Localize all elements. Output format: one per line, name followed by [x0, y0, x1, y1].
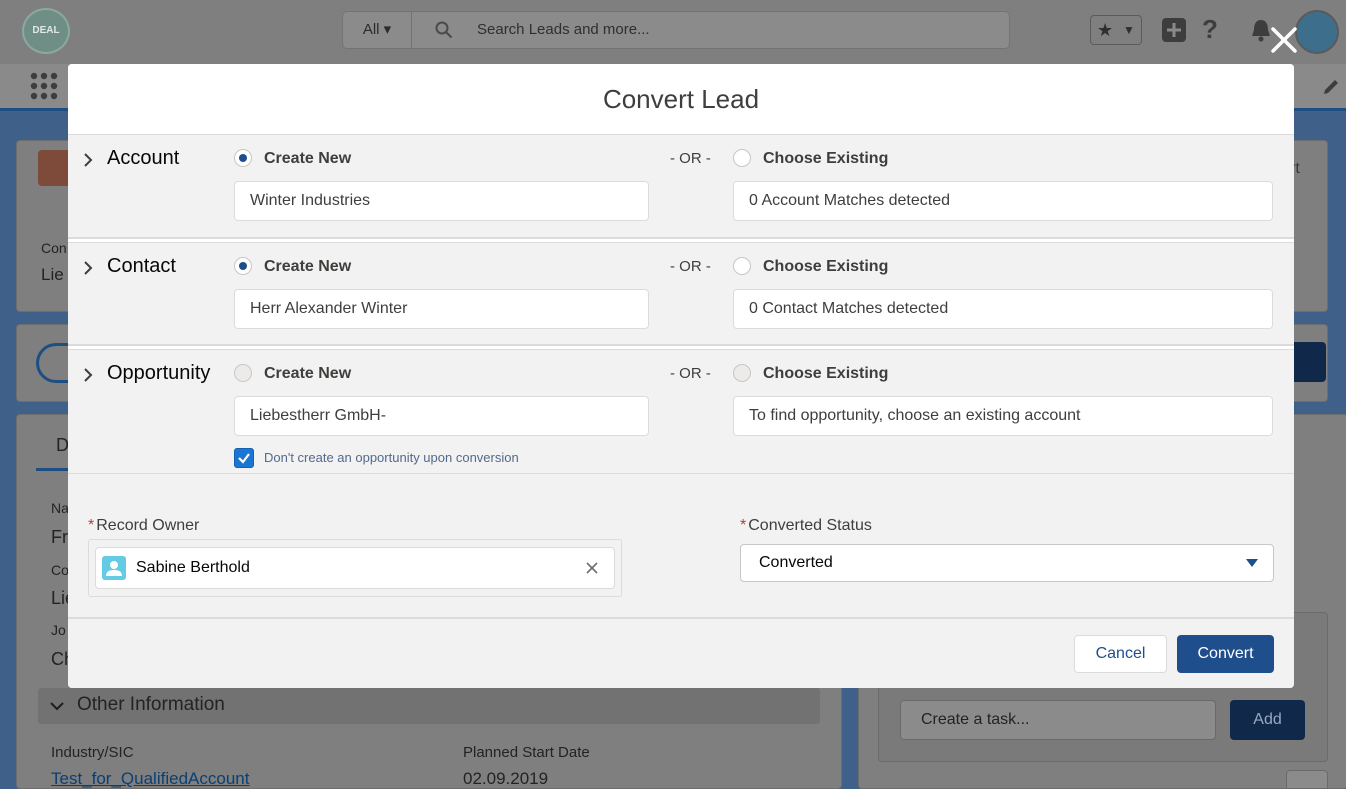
account-choose-existing-label[interactable]: Choose Existing: [763, 150, 888, 168]
other-information-title: Other Information: [77, 694, 225, 715]
industry-label: Industry/SIC: [51, 744, 134, 761]
record-owner-label: * Record Owner: [88, 517, 200, 534]
modal-footer: Cancel Convert: [68, 617, 1294, 688]
clear-selection-icon[interactable]: [584, 560, 600, 576]
help-icon[interactable]: ?: [1202, 14, 1218, 45]
field-label-name: Na: [51, 500, 69, 516]
mark-status-button[interactable]: [1294, 342, 1326, 382]
global-search[interactable]: All ▾ Search Leads and more...: [342, 11, 1010, 49]
opportunity-name-input[interactable]: Liebestherr GmbH-: [234, 396, 649, 436]
record-owner-lookup[interactable]: Sabine Berthold: [88, 539, 622, 597]
search-placeholder[interactable]: Search Leads and more...: [477, 12, 650, 48]
account-section: Account Create New - OR - Choose Existin…: [68, 135, 1294, 238]
opportunity-search-field[interactable]: To find opportunity, choose an existing …: [733, 396, 1273, 436]
contact-or-divider: - OR -: [670, 258, 711, 275]
record-owner-name: Sabine Berthold: [136, 559, 250, 576]
chevron-down-icon: [50, 702, 64, 711]
app-logo: DEAL: [22, 8, 70, 54]
modal-header: Convert Lead: [68, 64, 1294, 135]
account-search-field[interactable]: 0 Account Matches detected: [733, 181, 1273, 221]
conversion-options: * Record Owner Sabine Berthold * Converted…: [68, 474, 1294, 617]
convert-lead-modal: Convert Lead Account Create New - OR - C…: [68, 64, 1294, 688]
activity-filter-button[interactable]: [1286, 770, 1328, 789]
chevron-right-icon[interactable]: [80, 260, 96, 276]
close-modal-button[interactable]: [1268, 24, 1300, 56]
task-input[interactable]: Create a task...: [900, 700, 1216, 740]
other-information-section[interactable]: Other Information: [38, 688, 820, 724]
account-or-divider: - OR -: [670, 150, 711, 167]
account-choose-existing-radio[interactable]: [733, 149, 751, 167]
cancel-button[interactable]: Cancel: [1074, 635, 1167, 673]
modal-title: Convert Lead: [602, 84, 760, 114]
field-label-company: Co: [51, 562, 69, 578]
opportunity-choose-existing-label[interactable]: Choose Existing: [763, 365, 888, 383]
convert-button[interactable]: Convert: [1177, 635, 1274, 673]
contact-choose-existing-label[interactable]: Choose Existing: [763, 258, 888, 276]
account-create-new-radio[interactable]: [234, 149, 252, 167]
add-task-button[interactable]: Add: [1230, 700, 1305, 740]
converted-status-value: Converted: [759, 554, 833, 571]
record-owner-pill[interactable]: Sabine Berthold: [95, 547, 615, 589]
contact-create-new-radio[interactable]: [234, 257, 252, 275]
user-avatar[interactable]: [1295, 10, 1339, 54]
opportunity-or-divider: - OR -: [670, 365, 711, 382]
field-label-job: Jo: [51, 622, 66, 638]
star-icon: ★: [1097, 20, 1114, 40]
user-icon: [102, 556, 126, 580]
chevron-right-icon[interactable]: [80, 152, 96, 168]
contact-section: Contact Create New - OR - Choose Existin…: [68, 243, 1294, 345]
opportunity-create-new-label[interactable]: Create New: [264, 365, 351, 383]
search-icon: [435, 21, 453, 39]
contact-section-title: Contact: [107, 255, 176, 277]
converted-status-select[interactable]: Converted: [740, 544, 1274, 582]
favorites-button[interactable]: ★ ▼: [1090, 15, 1142, 45]
plus-icon[interactable]: [1162, 18, 1186, 42]
dont-create-opportunity-checkbox[interactable]: [234, 448, 254, 468]
contact-choose-existing-radio[interactable]: [733, 257, 751, 275]
search-scope-dropdown[interactable]: All ▾: [343, 12, 412, 48]
contact-create-new-label[interactable]: Create New: [264, 258, 351, 276]
account-section-title: Account: [107, 147, 180, 169]
header-field-label: Con: [41, 240, 67, 256]
opportunity-choose-existing-radio[interactable]: [733, 364, 751, 382]
converted-status-label: * Converted Status: [740, 517, 872, 534]
checkmark-icon: [238, 453, 250, 464]
edit-nav-icon[interactable]: [1322, 78, 1340, 96]
industry-link[interactable]: Test_for_QualifiedAccount: [51, 769, 249, 789]
header-field-value: Lie: [41, 265, 64, 284]
chevron-down-icon: ▼: [1123, 23, 1135, 37]
planned-start-value: 02.09.2019: [463, 769, 549, 788]
app-launcher-icon[interactable]: [30, 72, 58, 100]
planned-start-label: Planned Start Date: [463, 744, 590, 761]
global-header: DEAL All ▾ Search Leads and more... ★ ▼ …: [0, 0, 1346, 64]
chevron-right-icon[interactable]: [80, 367, 96, 383]
task-placeholder: Create a task...: [921, 711, 1030, 728]
opportunity-create-new-radio[interactable]: [234, 364, 252, 382]
dont-create-opportunity-label[interactable]: Don't create an opportunity upon convers…: [264, 450, 519, 465]
contact-search-field[interactable]: 0 Contact Matches detected: [733, 289, 1273, 329]
account-create-new-label[interactable]: Create New: [264, 150, 351, 168]
opportunity-section-title: Opportunity: [107, 362, 211, 384]
contact-name-input[interactable]: Herr Alexander Winter: [234, 289, 649, 329]
caret-down-icon: [1246, 559, 1258, 567]
account-name-input[interactable]: Winter Industries: [234, 181, 649, 221]
